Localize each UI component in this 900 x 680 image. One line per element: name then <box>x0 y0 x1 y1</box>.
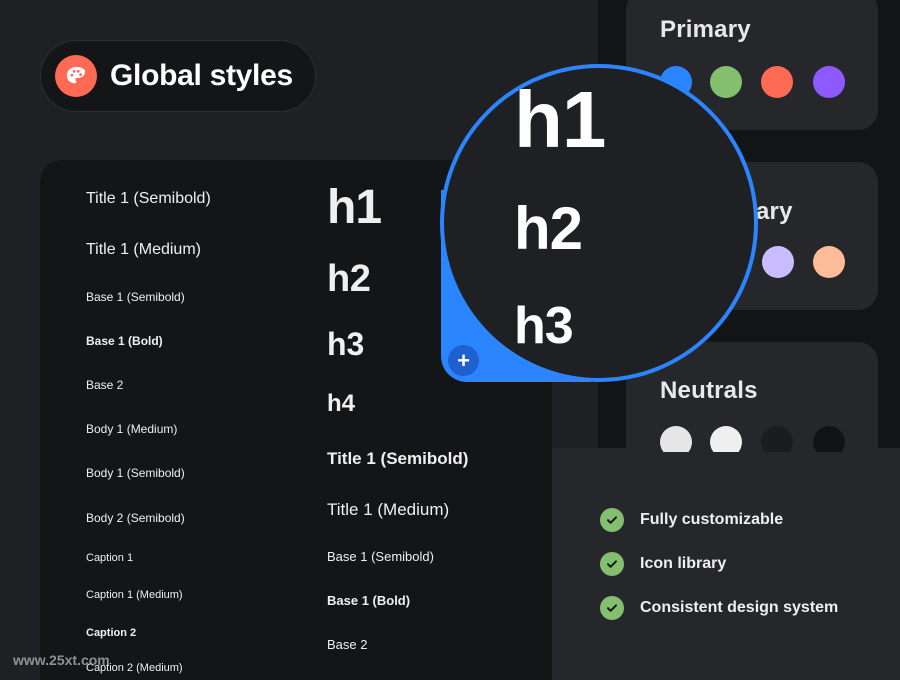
magnified-h3: h3 <box>514 297 574 355</box>
swatch-orange[interactable] <box>761 66 793 98</box>
swatch-neutral-1[interactable] <box>660 426 692 452</box>
watermark: www.25xt.com <box>13 652 110 668</box>
check-icon <box>600 508 624 532</box>
style-base2-large: Base 2 <box>327 637 368 652</box>
style-caption2: Caption 2 <box>86 627 137 639</box>
style-caption1: Caption 1 <box>86 552 134 564</box>
style-body1-semibold: Body 1 (Semibold) <box>86 466 185 480</box>
style-title1-medium: Title 1 (Medium) <box>86 241 201 258</box>
magnified-h1: h1 <box>514 75 606 164</box>
magnified-h2: h2 <box>514 195 583 262</box>
style-h3: h3 <box>327 326 365 362</box>
swatch-purple[interactable] <box>813 66 845 98</box>
swatch-peach[interactable] <box>813 246 845 278</box>
style-title1-medium-large: Title 1 (Medium) <box>327 500 450 519</box>
style-base2: Base 2 <box>86 378 124 392</box>
style-title1-semibold-large: Title 1 (Semibold) <box>327 449 469 468</box>
style-caption1-medium: Caption 1 (Medium) <box>86 589 183 601</box>
plus-icon[interactable]: + <box>448 345 479 376</box>
page-title: Global styles <box>110 59 293 92</box>
neutrals-title: Neutrals <box>660 377 758 404</box>
swatch-neutral-2[interactable] <box>710 426 742 452</box>
style-title1-semibold: Title 1 (Semibold) <box>86 190 211 207</box>
style-base1-semibold-large: Base 1 (Semibold) <box>327 549 434 564</box>
swatch-neutral-3[interactable] <box>761 426 793 452</box>
swatch-lavender[interactable] <box>762 246 794 278</box>
palette-icon <box>55 55 97 97</box>
style-body1-medium: Body 1 (Medium) <box>86 422 178 436</box>
check-icon <box>600 552 624 576</box>
feature-item: Consistent design system <box>600 596 838 620</box>
style-base1-bold-large: Base 1 (Bold) <box>327 593 411 608</box>
style-base1-semibold: Base 1 (Semibold) <box>86 290 185 304</box>
style-body2-semibold: Body 2 (Semibold) <box>86 511 185 525</box>
heading-magnifier: h1 h2 h3 <box>440 64 758 382</box>
style-h4: h4 <box>327 390 356 417</box>
style-h2: h2 <box>327 258 371 300</box>
check-icon <box>600 596 624 620</box>
feature-label: Consistent design system <box>640 599 839 616</box>
style-base1-bold: Base 1 (Bold) <box>86 334 163 348</box>
global-styles-header: Global styles <box>40 40 316 112</box>
swatch-green[interactable] <box>710 66 742 98</box>
feature-item: Icon library <box>600 552 726 576</box>
swatch-neutral-4[interactable] <box>813 426 845 452</box>
feature-label: Fully customizable <box>640 511 784 528</box>
feature-item: Fully customizable <box>600 508 783 532</box>
style-h1: h1 <box>327 181 382 234</box>
feature-label: Icon library <box>640 555 727 572</box>
primary-title: Primary <box>660 16 751 43</box>
secondary-title: ary <box>756 198 793 225</box>
